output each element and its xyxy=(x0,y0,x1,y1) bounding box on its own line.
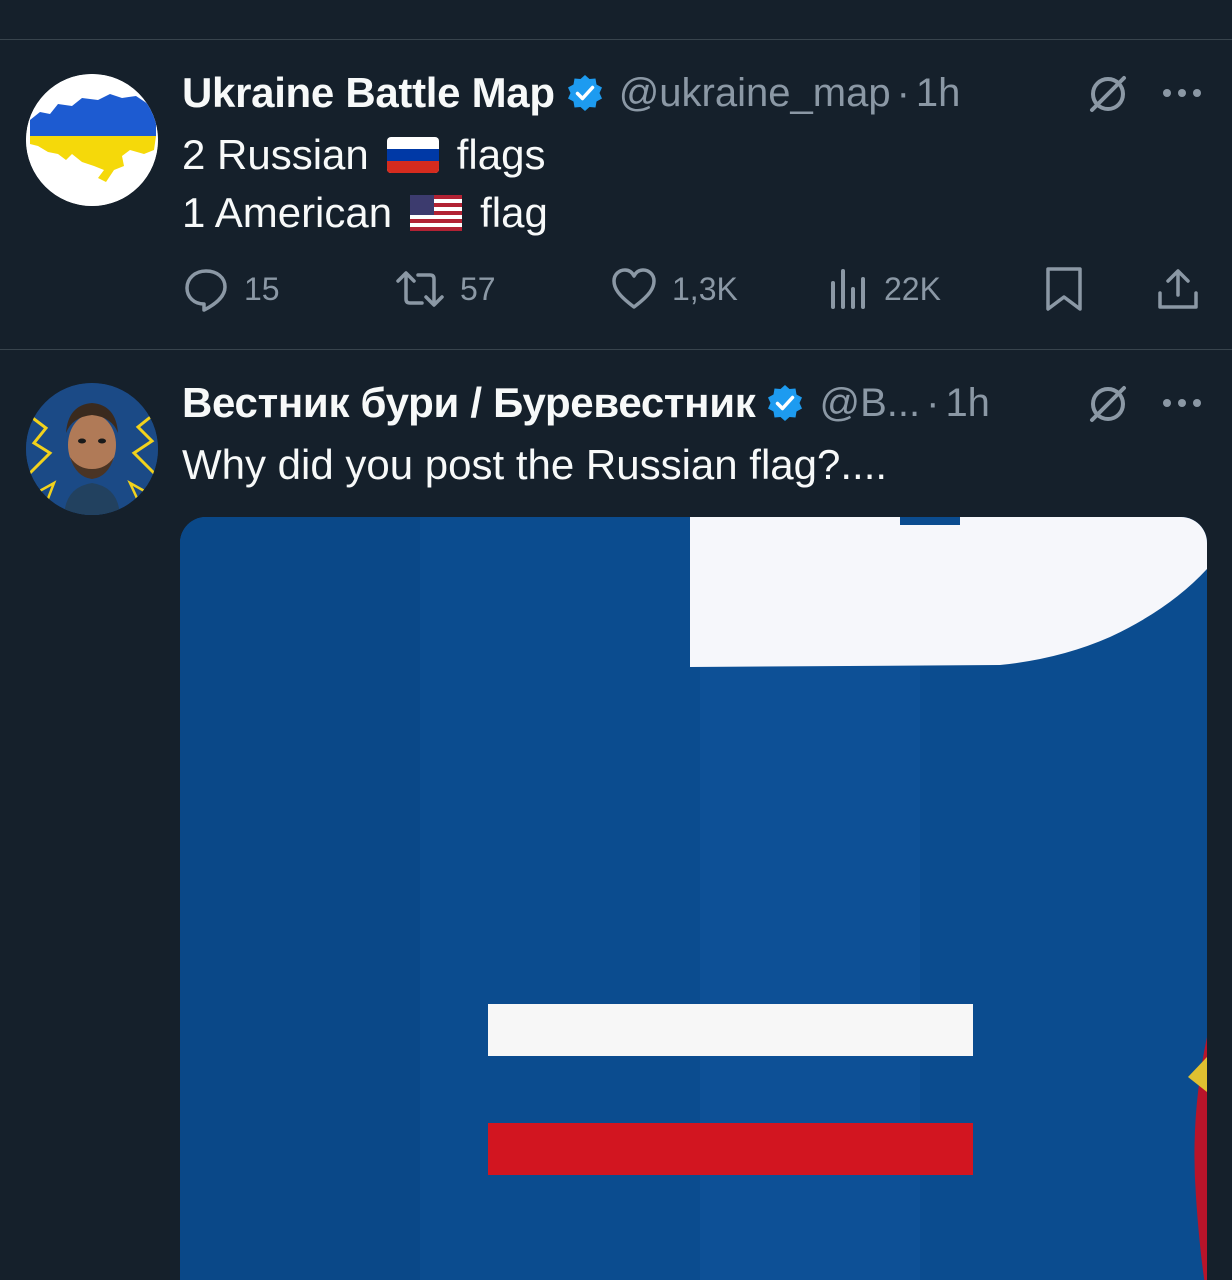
tweet-text-content: Why did you post the Russian flag?.... xyxy=(182,441,888,488)
verified-badge-icon xyxy=(765,383,805,423)
man-portrait-icon xyxy=(26,383,158,515)
like-button[interactable]: 1,3K xyxy=(610,262,738,316)
timeline: Ukraine Battle Map @ukraine_map · 1h 2 R… xyxy=(0,0,1232,1280)
avatar[interactable] xyxy=(26,74,158,206)
tweet-text: Why did you post the Russian flag?.... xyxy=(182,438,887,492)
top-divider xyxy=(0,39,1232,40)
tweet-header: Ukraine Battle Map @ukraine_map · 1h xyxy=(182,68,960,118)
like-count: 1,3K xyxy=(672,270,738,307)
reply-icon xyxy=(185,269,227,312)
bookmark-icon xyxy=(1046,267,1082,311)
reply-count: 15 xyxy=(244,270,280,307)
display-name[interactable]: Ukraine Battle Map xyxy=(182,69,555,117)
text-segment: flag xyxy=(480,189,548,236)
text-segment: 2 Russian xyxy=(182,131,369,178)
tweet-header: Вестник бури / Буревестник @B... · 1h xyxy=(182,378,990,428)
grok-icon[interactable] xyxy=(1086,382,1130,426)
avatar[interactable] xyxy=(26,383,158,515)
text-segment: flags xyxy=(456,131,546,178)
view-count: 22K xyxy=(884,270,941,307)
timestamp[interactable]: 1h xyxy=(916,71,961,116)
grok-icon[interactable] xyxy=(1086,72,1130,116)
more-options-icon[interactable] xyxy=(1160,393,1204,413)
tweet-media-image[interactable] xyxy=(180,517,1207,1280)
tweet-text-line-1: 2 Russian flags xyxy=(182,128,545,182)
analytics-icon xyxy=(831,269,865,309)
share-icon xyxy=(1158,269,1198,309)
timestamp[interactable]: 1h xyxy=(945,381,990,426)
tweet-actions: 15 57 1,3K 22K xyxy=(0,262,1232,316)
verified-badge-icon xyxy=(565,73,605,113)
heart-icon xyxy=(612,268,656,309)
handle[interactable]: @B... xyxy=(819,381,920,426)
handle[interactable]: @ukraine_map xyxy=(619,71,891,116)
repost-count: 57 xyxy=(460,270,496,307)
more-options-icon[interactable] xyxy=(1160,83,1204,103)
us-flag-emoji xyxy=(410,195,463,231)
tweet-text-line-2: 1 American flag xyxy=(182,186,548,240)
russia-flag-emoji xyxy=(386,137,439,173)
bookmark-button[interactable] xyxy=(1042,262,1086,316)
repost-button[interactable]: 57 xyxy=(394,262,496,316)
views-button[interactable]: 22K xyxy=(826,262,941,316)
share-button[interactable] xyxy=(1154,262,1202,316)
zoomed-russian-flag-image xyxy=(180,517,1207,1280)
repost-icon xyxy=(396,271,444,307)
tweet-divider xyxy=(0,349,1232,350)
reply-button[interactable]: 15 xyxy=(182,262,280,316)
text-segment: 1 American xyxy=(182,189,393,236)
separator-dot: · xyxy=(926,380,940,425)
separator-dot: · xyxy=(896,70,910,115)
ukraine-map-icon xyxy=(26,74,158,206)
display-name[interactable]: Вестник бури / Буревестник xyxy=(182,379,756,427)
